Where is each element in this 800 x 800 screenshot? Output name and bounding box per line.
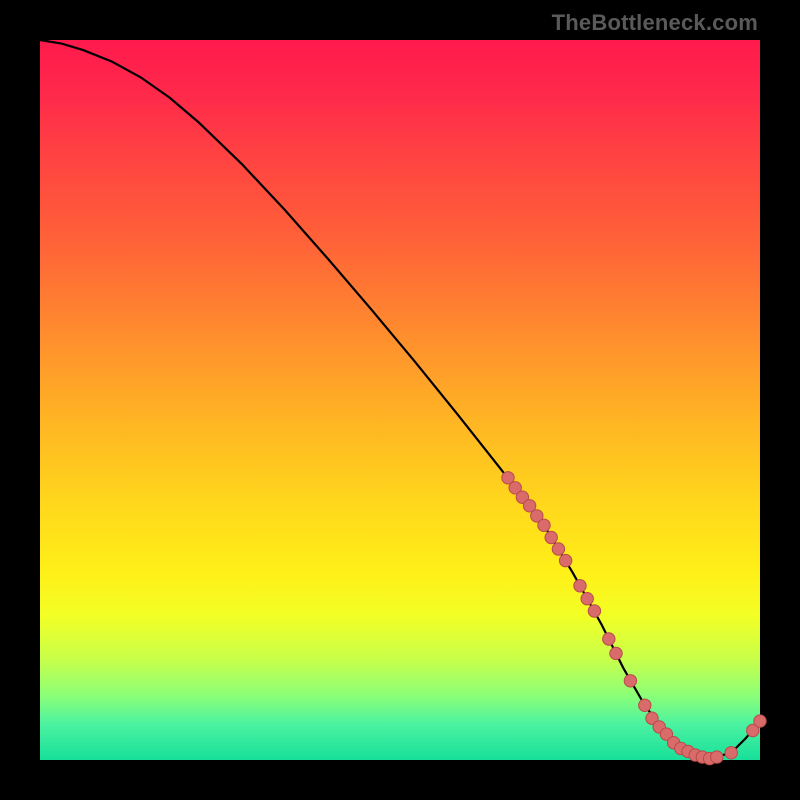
watermark-text: TheBottleneck.com: [552, 10, 758, 36]
data-marker: [588, 605, 600, 617]
chart-frame: TheBottleneck.com: [0, 0, 800, 800]
bottleneck-curve: [40, 40, 760, 759]
data-marker: [552, 543, 564, 555]
data-marker: [603, 633, 615, 645]
data-marker: [610, 647, 622, 659]
data-marker: [545, 531, 557, 543]
data-marker: [574, 580, 586, 592]
data-markers: [502, 472, 766, 765]
data-marker: [725, 747, 737, 759]
data-marker: [538, 519, 550, 531]
chart-svg: [40, 40, 760, 760]
data-marker: [711, 751, 723, 763]
data-marker: [581, 593, 593, 605]
data-marker: [624, 675, 636, 687]
data-marker: [559, 554, 571, 566]
data-marker: [639, 699, 651, 711]
data-marker: [754, 715, 766, 727]
